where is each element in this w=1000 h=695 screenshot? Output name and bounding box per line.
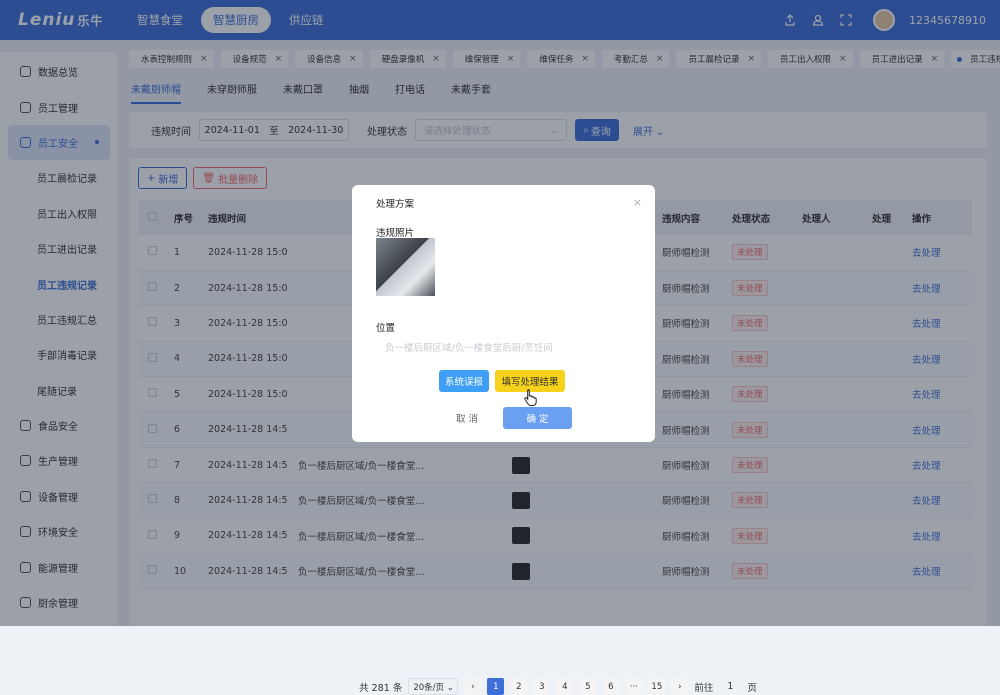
prev-page-icon[interactable]: ‹ <box>464 678 482 695</box>
close-icon[interactable]: × <box>633 196 642 209</box>
location-value: 负一楼后厨区域/负一楼食堂后厨/烹饪间 <box>385 343 553 354</box>
page-2[interactable]: 2 <box>510 678 528 695</box>
violation-photo[interactable] <box>376 238 435 296</box>
page-15[interactable]: 15 <box>648 678 666 695</box>
page-4[interactable]: 4 <box>556 678 574 695</box>
page-unit: 页 <box>747 682 757 694</box>
location-label: 位置 <box>376 323 396 334</box>
page-1[interactable]: 1 <box>487 678 505 695</box>
confirm-button[interactable]: 确 定 <box>503 407 572 429</box>
hand-cursor-icon <box>524 389 537 406</box>
page-3[interactable]: 3 <box>533 678 551 695</box>
pagination: 共 281 条 20条/页 ⌄ ‹ 1 2 3 4 5 6 ··· 15 › 前往 1 页 <box>129 678 987 695</box>
page-input[interactable]: 1 <box>719 681 741 692</box>
handle-dialog: 处理方案 × 违规照片 位置 负一楼后厨区域/负一楼食堂后厨/烹饪间 系统误报 … <box>352 185 655 442</box>
page-5[interactable]: 5 <box>579 678 597 695</box>
goto-label: 前往 <box>694 682 714 694</box>
system-error-button[interactable]: 系统误报 <box>439 370 489 392</box>
dialog-title: 处理方案 <box>376 199 415 210</box>
page-6[interactable]: 6 <box>602 678 620 695</box>
page-···[interactable]: ··· <box>625 678 643 695</box>
next-page-icon[interactable]: › <box>671 678 689 695</box>
page-size-select[interactable]: 20条/页 ⌄ <box>408 678 459 695</box>
photo-label: 违规照片 <box>376 228 415 239</box>
cancel-button[interactable]: 取 消 <box>452 407 482 429</box>
pager-total: 共 281 条 <box>359 682 403 694</box>
